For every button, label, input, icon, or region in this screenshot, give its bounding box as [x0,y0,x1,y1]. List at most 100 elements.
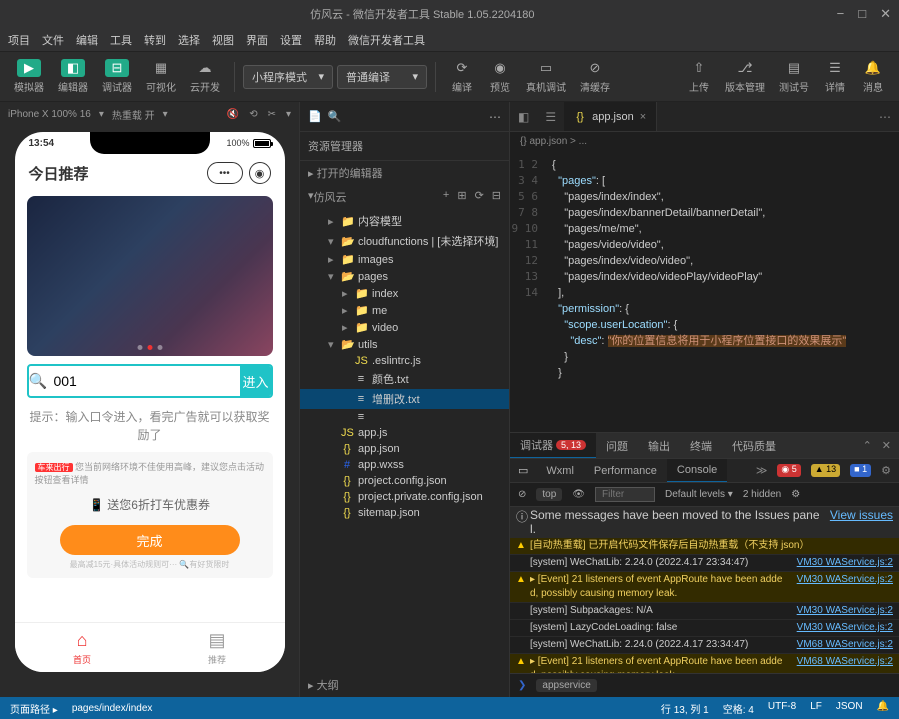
outline-section[interactable]: ▸ 大纲 [300,673,509,697]
tree-node[interactable]: #app.wxss [300,457,509,473]
open-editors-section[interactable]: ▸ 打开的编辑器 [300,161,509,185]
devtools-tab-Console[interactable]: Console [667,459,727,482]
tree-node[interactable]: ▾📂utils [300,336,509,353]
explorer-tab-icon[interactable]: 📄 [308,110,322,123]
debugger[interactable]: ⊟调试器 [96,57,138,96]
refresh-icon[interactable]: ⟳ [475,189,484,205]
message-btn[interactable]: 🔔消息 [855,57,891,96]
menu-选择[interactable]: 选择 [178,32,200,48]
levels-select[interactable]: Default levels ▾ [665,489,733,500]
tree-node[interactable]: {}sitemap.json [300,505,509,521]
view-issues-link[interactable]: View issues [830,508,893,536]
ad-complete-button[interactable]: 完成 [60,525,240,555]
remote-debug[interactable]: ▭真机调试 [520,57,572,96]
details-btn[interactable]: ☰详情 [817,57,853,96]
tree-node[interactable]: ≡增删改.txt [300,389,509,409]
tree-node[interactable]: ▸📁内容模型 [300,211,509,231]
mute-icon[interactable]: 🔇 [227,109,239,120]
filter-input[interactable] [595,487,655,502]
appservice-context[interactable]: appservice [536,679,596,692]
more-tabs-icon[interactable]: ⋯ [871,110,899,124]
devtools-settings-icon[interactable]: ⚙ [881,464,891,477]
hot-reload[interactable]: 热重载 开 [112,107,155,122]
tab-推荐[interactable]: ▤推荐 [150,623,285,672]
project-section[interactable]: ▾ 仿风云 + ⊞ ⟳ ⊟ [300,185,509,209]
minimize-icon[interactable]: − [837,6,845,22]
menu-转到[interactable]: 转到 [144,32,166,48]
settings-icon[interactable]: ⚙ [791,489,800,500]
rotate-icon[interactable]: ⟲ [249,109,257,120]
menu-设置[interactable]: 设置 [280,32,302,48]
page-route[interactable]: pages/index/index [72,703,153,714]
close-panel-icon[interactable]: ✕ [882,439,891,452]
enter-button[interactable]: 进入 [240,366,270,396]
cut-icon[interactable]: ✂ [268,109,276,120]
upload-btn[interactable]: ⇧上传 [681,57,717,96]
console-tab-代码质量[interactable]: 代码质量 [722,433,786,458]
visual[interactable]: ▦可视化 [140,57,182,96]
editor[interactable]: ◧编辑器 [52,57,94,96]
element-picker-icon[interactable]: ▭ [510,464,536,477]
compile-select[interactable]: 普通编译▾ [337,65,427,89]
new-file-icon[interactable]: + [443,189,449,205]
devtools-tab-Performance[interactable]: Performance [584,459,667,482]
test-btn[interactable]: ▤测试号 [773,57,815,96]
tree-node[interactable]: ▸📁me [300,302,509,319]
preview-btn[interactable]: ◉预览 [482,57,518,96]
eye-icon[interactable]: 👁 [572,489,585,500]
hidden-count[interactable]: 2 hidden [743,489,781,500]
tree-node[interactable]: {}project.config.json [300,473,509,489]
split-left-icon[interactable]: ◧ [510,110,537,124]
menu-项目[interactable]: 项目 [8,32,30,48]
tree-node[interactable]: {}app.json [300,441,509,457]
menu-视图[interactable]: 视图 [212,32,234,48]
console-tab-调试器[interactable]: 调试器5, 13 [510,433,596,458]
chevron-up-icon[interactable]: ⌃ [863,439,872,452]
close-tab-icon[interactable]: × [640,111,646,123]
menu-帮助[interactable]: 帮助 [314,32,336,48]
tree-node[interactable]: ≡颜色.txt [300,369,509,389]
clear-cache[interactable]: ⊘清缓存 [574,57,616,96]
devtools-tab-Wxml[interactable]: Wxml [536,459,584,482]
menu-工具[interactable]: 工具 [110,32,132,48]
device-select[interactable]: iPhone X 100% 16 [8,109,91,120]
clear-console-icon[interactable]: ⊘ [518,489,526,500]
tree-node[interactable]: ≡ [300,409,509,425]
tree-node[interactable]: ▸📁index [300,285,509,302]
menu-界面[interactable]: 界面 [246,32,268,48]
indent-setting[interactable]: 空格: 4 [723,701,754,716]
code-input[interactable] [47,366,240,396]
search-tab-icon[interactable]: 🔍 [328,110,342,123]
maximize-icon[interactable]: □ [858,6,866,22]
page-path-label[interactable]: 页面路径 ▸ [10,701,58,716]
mode-select[interactable]: 小程序模式▾ [243,65,333,89]
more-icon[interactable]: ▾ [286,109,291,120]
breadcrumb[interactable]: {} app.json > ... [510,132,899,151]
compile-btn[interactable]: ⟳编译 [444,57,480,96]
tree-node[interactable]: ▸📁images [300,251,509,268]
encoding[interactable]: UTF-8 [768,701,796,716]
console-tab-终端[interactable]: 终端 [680,433,722,458]
editor-tab[interactable]: {}app.json× [564,102,657,131]
tree-node[interactable]: JS.eslintrc.js [300,353,509,369]
cloud[interactable]: ☁云开发 [184,57,226,96]
tree-node[interactable]: ▾📂cloudfunctions | [未选择环境] [300,231,509,251]
menu-文件[interactable]: 文件 [42,32,64,48]
ellipsis-icon[interactable]: ⋯ [489,110,501,124]
version-btn[interactable]: ⎇版本管理 [719,57,771,96]
banner-swiper[interactable] [27,196,273,356]
cursor-position[interactable]: 行 13, 列 1 [661,701,709,716]
tree-node[interactable]: {}project.private.config.json [300,489,509,505]
tree-node[interactable]: JSapp.js [300,425,509,441]
context-select[interactable]: top [536,488,562,501]
console-tab-问题[interactable]: 问题 [596,433,638,458]
collapse-icon[interactable]: ⊟ [492,189,501,205]
tree-node[interactable]: ▾📂pages [300,268,509,285]
code-editor[interactable]: 1 2 3 4 5 6 7 8 9 10 11 12 13 14 { "page… [510,151,899,432]
tab-首页[interactable]: ⌂首页 [15,623,150,672]
menu-微信开发者工具[interactable]: 微信开发者工具 [348,32,425,48]
close-icon[interactable]: ✕ [880,6,891,22]
menu-编辑[interactable]: 编辑 [76,32,98,48]
tree-node[interactable]: ▸📁video [300,319,509,336]
split-icon[interactable]: ☰ [537,110,564,124]
